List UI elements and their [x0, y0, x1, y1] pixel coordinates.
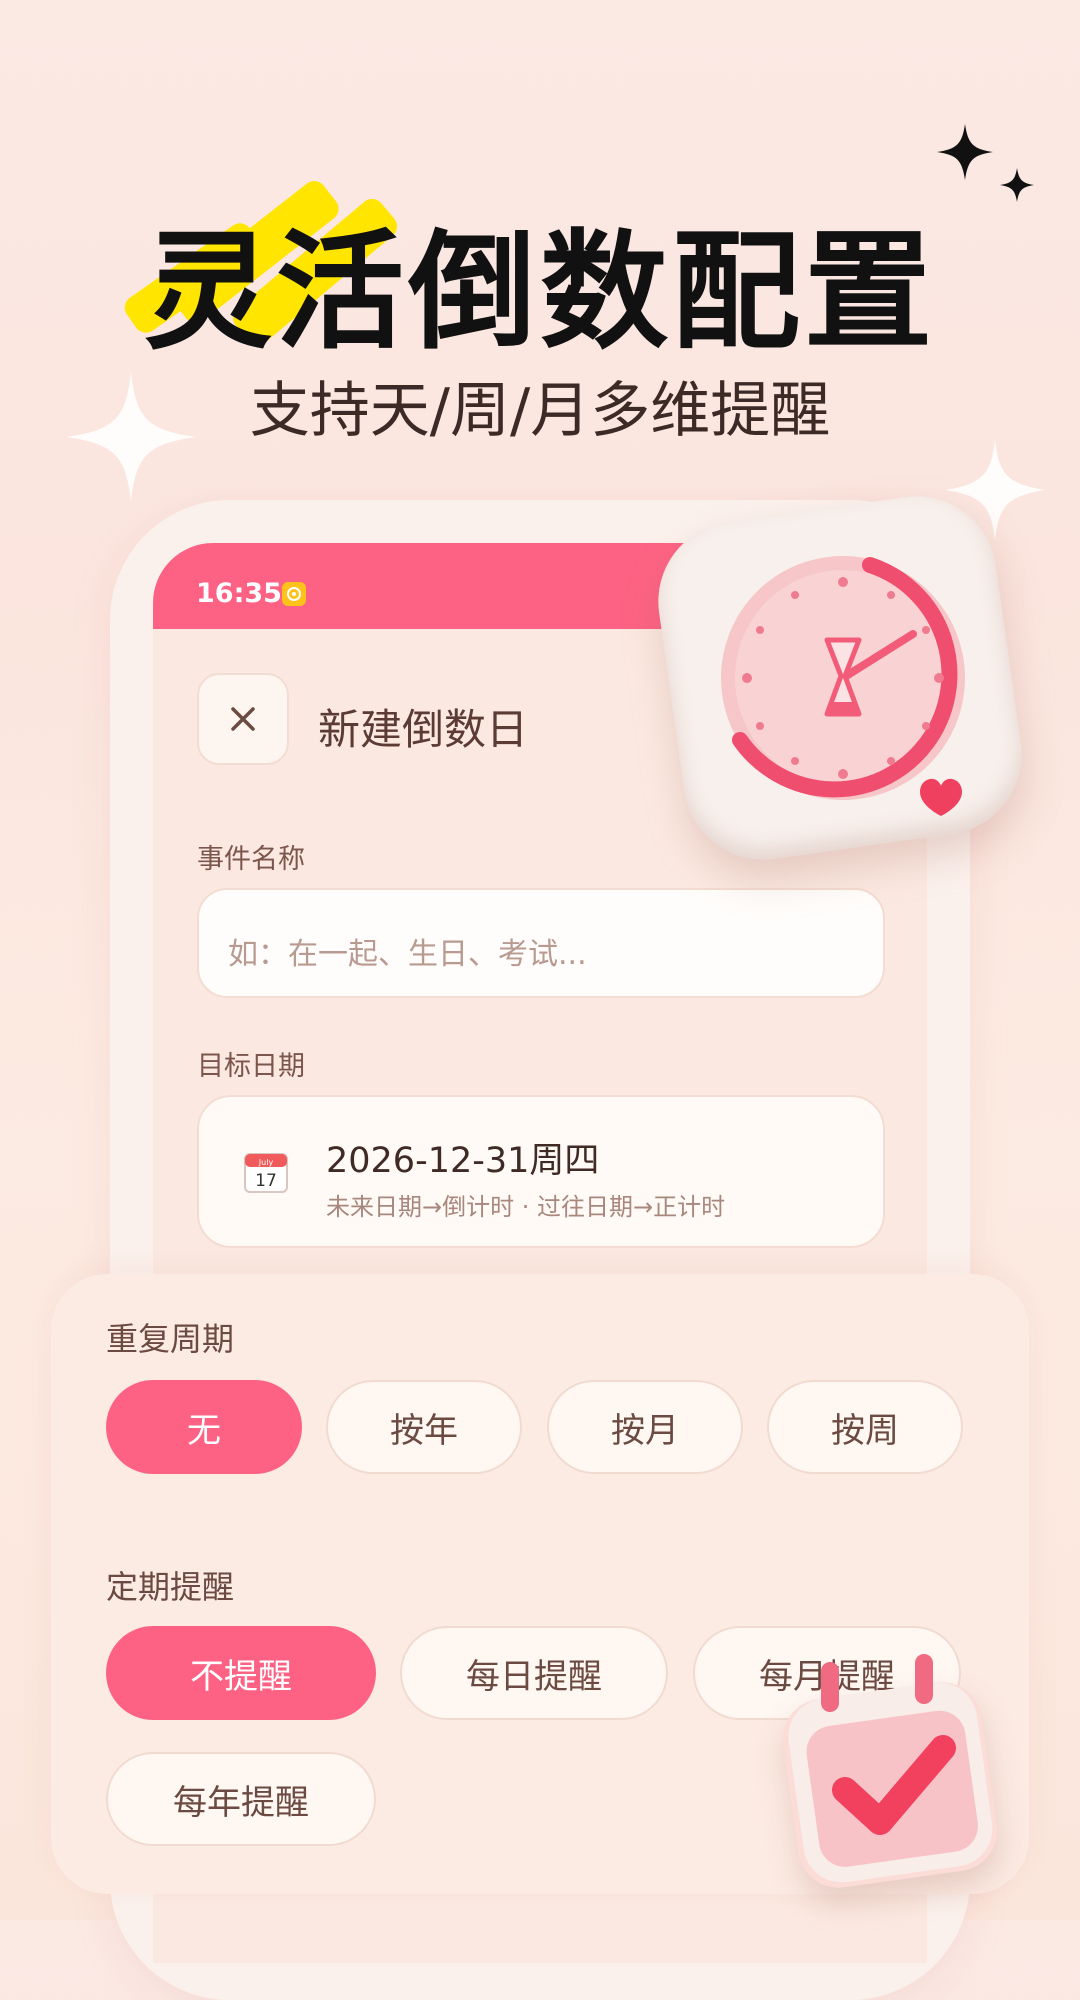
- subheadline: 支持天/周/月多维提醒: [249, 376, 831, 446]
- clock-icon: [721, 556, 965, 816]
- reminder-option-daily[interactable]: 每日提醒: [400, 1626, 668, 1720]
- headline-area: 灵活倒数配置: [0, 170, 1080, 367]
- reminder-option-yearly[interactable]: 每年提醒: [106, 1752, 376, 1846]
- calendar-icon: July 17: [244, 1153, 288, 1193]
- close-button[interactable]: [197, 673, 289, 765]
- target-date-value: 2026-12-31周四: [326, 1141, 600, 1181]
- event-name-label: 事件名称: [197, 844, 305, 875]
- repeat-label: 重复周期: [106, 1320, 235, 1358]
- notification-icon: [282, 582, 306, 606]
- reminder-label: 定期提醒: [106, 1568, 235, 1606]
- reminder-option-none[interactable]: 不提醒: [106, 1626, 376, 1720]
- repeat-option-weekly[interactable]: 按周: [767, 1380, 963, 1474]
- page-title: 新建倒数日: [318, 705, 529, 754]
- target-date-label: 目标日期: [197, 1051, 305, 1082]
- close-icon: [231, 707, 255, 731]
- repeat-option-yearly[interactable]: 按年: [326, 1380, 522, 1474]
- status-time: 16:35: [196, 578, 282, 609]
- event-name-placeholder: 如：在一起、生日、考试...: [228, 937, 587, 972]
- calendar-icon-day: 17: [255, 1171, 277, 1191]
- calendar-icon-month: July: [258, 1158, 274, 1167]
- repeat-option-none[interactable]: 无: [106, 1380, 302, 1474]
- headline: 灵活倒数配置: [143, 218, 936, 367]
- calendar-check-icon: [788, 1654, 993, 1883]
- repeat-option-monthly[interactable]: 按月: [547, 1380, 743, 1474]
- target-date-hint: 未来日期→倒计时 · 过往日期→正计时: [326, 1193, 726, 1221]
